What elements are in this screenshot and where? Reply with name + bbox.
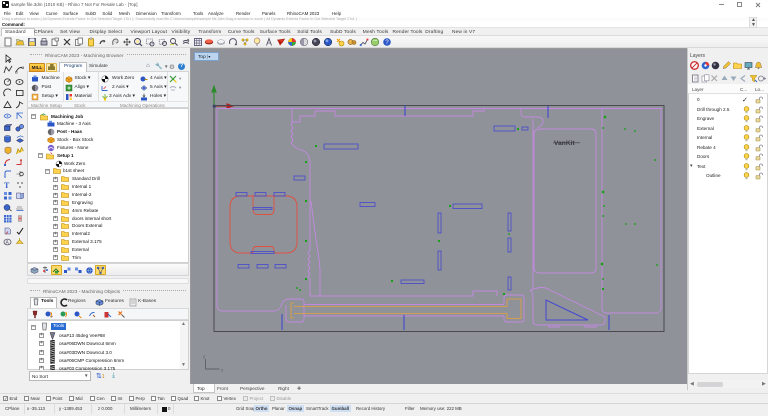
svg-text:VanKit: VanKit	[554, 140, 576, 147]
svg-text:x: x	[221, 368, 224, 373]
svg-text:y: y	[203, 354, 206, 359]
svg-text:T: T	[4, 181, 10, 190]
